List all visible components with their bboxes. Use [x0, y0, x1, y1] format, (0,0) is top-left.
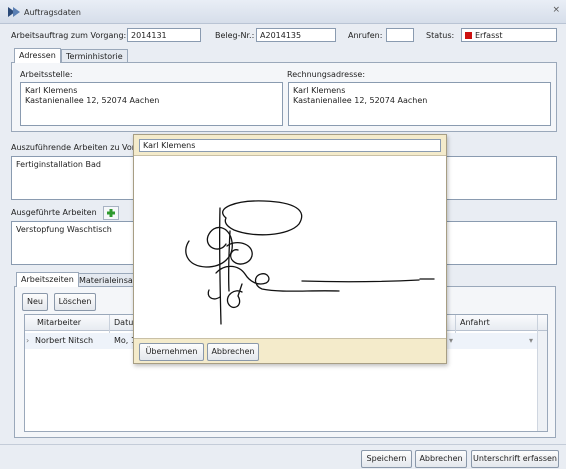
window-titlebar: Auftragsdaten ×: [0, 0, 566, 24]
dropdown-arrow-icon[interactable]: ▾: [529, 336, 533, 345]
rechnung-label: Rechnungsadresse:: [287, 70, 366, 79]
plus-icon: [107, 209, 115, 217]
anrufen-label: Anrufen:: [348, 31, 383, 40]
beleg-field[interactable]: A2014135: [256, 28, 336, 42]
tab-arbeitszeiten[interactable]: Arbeitszeiten: [16, 272, 79, 287]
footer-divider: [0, 444, 566, 445]
tab-terminhistorie[interactable]: Terminhistorie: [61, 49, 128, 63]
ausgefuehrte-label: Ausgeführte Arbeiten: [11, 208, 97, 217]
grid-scrollbar[interactable]: [537, 331, 547, 431]
window-title: Auftragsdaten: [24, 8, 81, 17]
tab-adressen[interactable]: Adressen: [14, 48, 61, 63]
dropdown-arrow-icon[interactable]: ▾: [449, 336, 453, 345]
arbeitsauftrag-field[interactable]: 2014131: [127, 28, 201, 42]
cancel-button[interactable]: Abbrechen: [415, 450, 467, 468]
new-button[interactable]: Neu: [22, 293, 48, 311]
rechnung-street: Kastanienallee 12, 52074 Aachen: [293, 96, 428, 105]
signature-drawing: [185, 200, 435, 325]
arbeitsstelle-label: Arbeitsstelle:: [20, 70, 73, 79]
rechnung-name: Karl Klemens: [293, 86, 346, 95]
column-header-mitarbeiter[interactable]: Mitarbeiter: [37, 318, 81, 327]
status-value: Erfasst: [475, 31, 503, 40]
status-color-icon: [465, 32, 472, 39]
arbeitsstelle-name: Karl Klemens: [25, 86, 78, 95]
signature-canvas[interactable]: [134, 155, 446, 339]
cell-mitarbeiter: Norbert Nitsch: [35, 336, 94, 345]
delete-button[interactable]: Löschen: [54, 293, 96, 311]
arbeitsauftrag-label: Arbeitsauftrag zum Vorgang:: [11, 31, 127, 40]
save-button[interactable]: Speichern: [361, 450, 412, 468]
arbeitsstelle-textbox[interactable]: Karl Klemens Kastanienallee 12, 52074 Aa…: [20, 82, 283, 126]
signature-dialog: Karl Klemens Übernehmen Abbrechen: [133, 134, 447, 364]
status-label: Status:: [426, 31, 455, 40]
dialog-cancel-button[interactable]: Abbrechen: [207, 343, 259, 361]
arbeitsstelle-street: Kastanienallee 12, 52074 Aachen: [25, 96, 160, 105]
signer-name-field[interactable]: Karl Klemens: [139, 139, 441, 152]
capture-signature-button[interactable]: Unterschrift erfassen: [471, 450, 559, 468]
tab-materialeinsatz[interactable]: Materialeinsat: [74, 273, 141, 287]
status-field[interactable]: Erfasst: [461, 28, 557, 42]
close-icon[interactable]: ×: [552, 5, 560, 15]
auszufuehrende-label: Auszuführende Arbeiten zu Vorg: [11, 143, 141, 152]
beleg-label: Beleg-Nr.:: [215, 31, 255, 40]
rechnung-textbox[interactable]: Karl Klemens Kastanienallee 12, 52074 Aa…: [288, 82, 551, 126]
anrufen-field[interactable]: [386, 28, 414, 42]
app-icon: [8, 7, 20, 17]
column-header-anfahrt[interactable]: Anfahrt: [460, 318, 490, 327]
accept-button[interactable]: Übernehmen: [139, 343, 204, 361]
add-arbeit-button[interactable]: [103, 206, 119, 220]
row-indicator-icon: ›: [26, 336, 30, 345]
